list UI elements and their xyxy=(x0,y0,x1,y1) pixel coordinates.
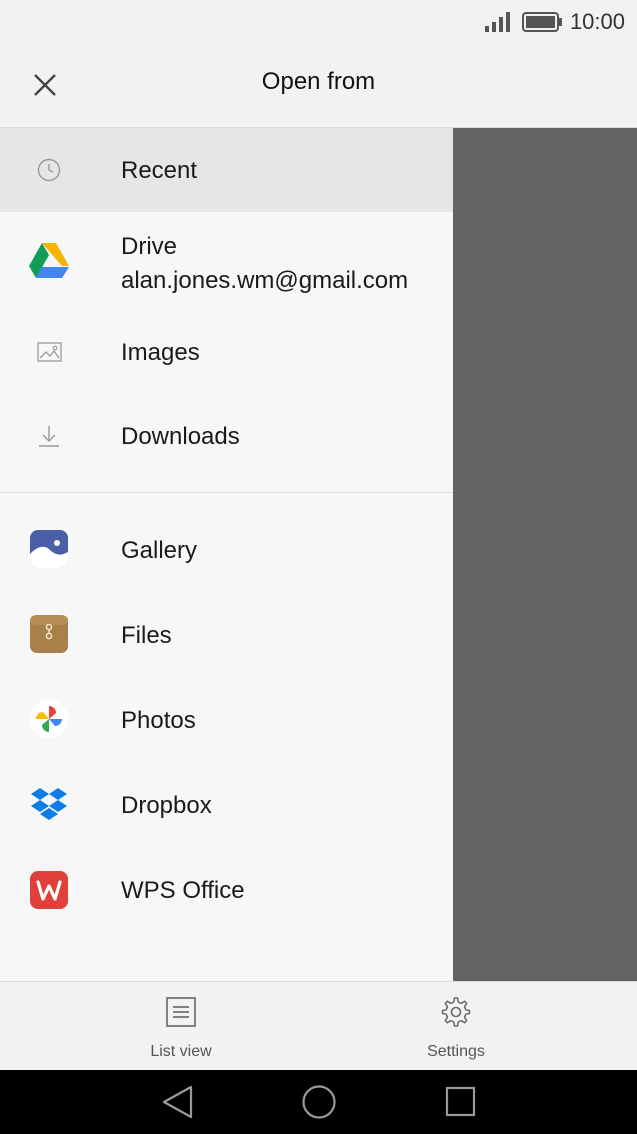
drawer-item-label: Drive xyxy=(121,233,178,260)
gallery-app-icon xyxy=(30,530,68,568)
recents-square-icon xyxy=(445,1086,476,1117)
status-bar: 10:00 xyxy=(0,0,637,44)
google-photos-icon xyxy=(30,700,68,738)
drawer-item-account: alan.jones.wm@gmail.com xyxy=(121,267,409,294)
drawer-item-label: Photos xyxy=(121,707,196,734)
signal-icon xyxy=(485,12,510,32)
home-button[interactable] xyxy=(299,1084,339,1120)
drawer-item-dropbox[interactable]: Dropbox xyxy=(0,763,453,848)
drawer-item-label: WPS Office xyxy=(121,877,245,904)
drawer-item-photos[interactable]: Photos xyxy=(0,678,453,763)
clock-icon xyxy=(37,158,61,182)
google-drive-icon xyxy=(29,243,69,278)
drawer-item-gallery[interactable]: Gallery xyxy=(0,508,453,593)
files-app-icon xyxy=(30,615,68,653)
drawer-item-wps-office[interactable]: WPS Office xyxy=(0,848,453,933)
dropbox-icon xyxy=(31,788,67,820)
header: Open from xyxy=(0,44,637,128)
battery-icon xyxy=(522,12,562,32)
back-button[interactable] xyxy=(158,1084,198,1120)
settings-label: Settings xyxy=(427,1043,485,1060)
settings-button[interactable]: Settings xyxy=(356,982,556,1071)
drawer-scrim[interactable] xyxy=(453,128,637,981)
list-view-button[interactable]: List view xyxy=(81,982,281,1071)
drawer-item-label: Dropbox xyxy=(121,792,212,819)
drawer-item-drive[interactable]: Drive alan.jones.wm@gmail.com xyxy=(0,212,453,312)
status-time: 10:00 xyxy=(569,9,625,34)
drawer-item-recent[interactable]: Recent xyxy=(0,128,453,212)
drawer-item-label: Images xyxy=(121,339,200,366)
recents-button[interactable] xyxy=(440,1084,480,1120)
system-navigation-bar xyxy=(0,1070,637,1134)
drawer-item-label: Gallery xyxy=(121,537,198,564)
list-view-icon xyxy=(166,997,196,1027)
download-icon xyxy=(39,426,59,447)
home-circle-icon xyxy=(302,1085,336,1119)
drawer-item-files[interactable]: Files xyxy=(0,593,453,678)
back-triangle-icon xyxy=(162,1085,193,1119)
bottom-toolbar: List view Settings xyxy=(0,981,637,1071)
list-view-label: List view xyxy=(150,1043,212,1060)
gear-icon xyxy=(441,997,471,1027)
drawer-item-label: Downloads xyxy=(121,423,240,450)
image-icon xyxy=(37,342,62,362)
drawer-divider xyxy=(0,492,453,493)
page-title: Open from xyxy=(261,68,376,95)
drawer-item-label: Files xyxy=(121,622,172,649)
drawer-item-downloads[interactable]: Downloads xyxy=(0,396,453,480)
drawer-item-images[interactable]: Images xyxy=(0,312,453,396)
drawer-item-label: Recent xyxy=(121,157,198,184)
wps-office-icon xyxy=(30,871,68,909)
